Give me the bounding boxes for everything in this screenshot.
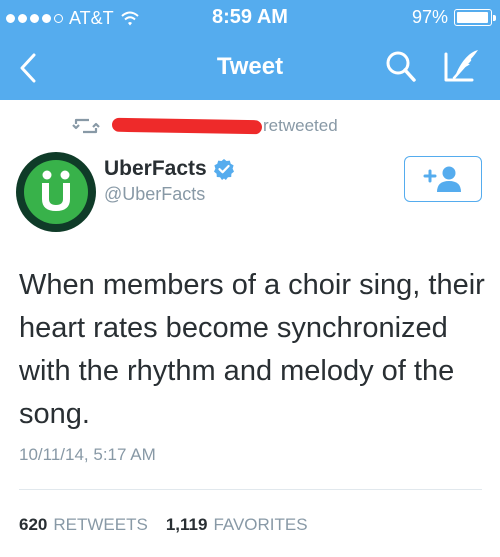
retweet-context: retweeted xyxy=(0,114,500,140)
verified-badge-icon xyxy=(213,159,234,180)
author-name-text: UberFacts xyxy=(104,157,207,180)
follow-user-icon xyxy=(423,166,461,192)
status-right: 97% xyxy=(411,7,496,28)
tweet-text: When members of a choir sing, their hear… xyxy=(19,269,485,430)
search-icon xyxy=(386,51,416,82)
search-button[interactable] xyxy=(382,48,420,86)
divider xyxy=(19,489,482,490)
battery-fill xyxy=(457,12,489,23)
retweets-label: RETWEETS xyxy=(53,515,148,534)
avatar-logo xyxy=(24,160,88,224)
retweeted-label: retweeted xyxy=(263,116,338,135)
tweet-stats: 620 RETWEETS 1,119 FAVORITES xyxy=(19,515,320,535)
favorites-label: FAVORITES xyxy=(213,515,308,534)
retweet-icon xyxy=(72,118,100,134)
follow-button[interactable] xyxy=(404,156,482,202)
compose-button[interactable] xyxy=(440,46,484,86)
redacted-username xyxy=(111,117,263,135)
avatar[interactable] xyxy=(16,152,96,232)
uberfacts-logo-icon xyxy=(42,170,70,211)
compose-icon xyxy=(444,50,478,82)
page-title: Tweet xyxy=(216,53,284,80)
nav-bar: Tweet xyxy=(0,36,500,100)
retweets-count: 620 xyxy=(19,515,48,534)
tweet-timestamp: 10/11/14, 5:17 AM xyxy=(19,445,156,464)
battery-percent: 97% xyxy=(411,7,448,27)
author-handle[interactable]: @UberFacts xyxy=(104,184,205,205)
favorites-count: 1,119 xyxy=(165,515,208,534)
author-name[interactable]: UberFacts xyxy=(104,157,235,181)
battery-icon xyxy=(454,9,496,26)
status-bar: AT&T 8:59 AM 97% xyxy=(0,0,500,36)
top-bar: AT&T 8:59 AM 97% Tweet xyxy=(0,0,500,100)
retweets-stat[interactable]: 620 RETWEETS xyxy=(19,515,148,535)
favorites-stat[interactable]: 1,119 FAVORITES xyxy=(166,515,308,535)
